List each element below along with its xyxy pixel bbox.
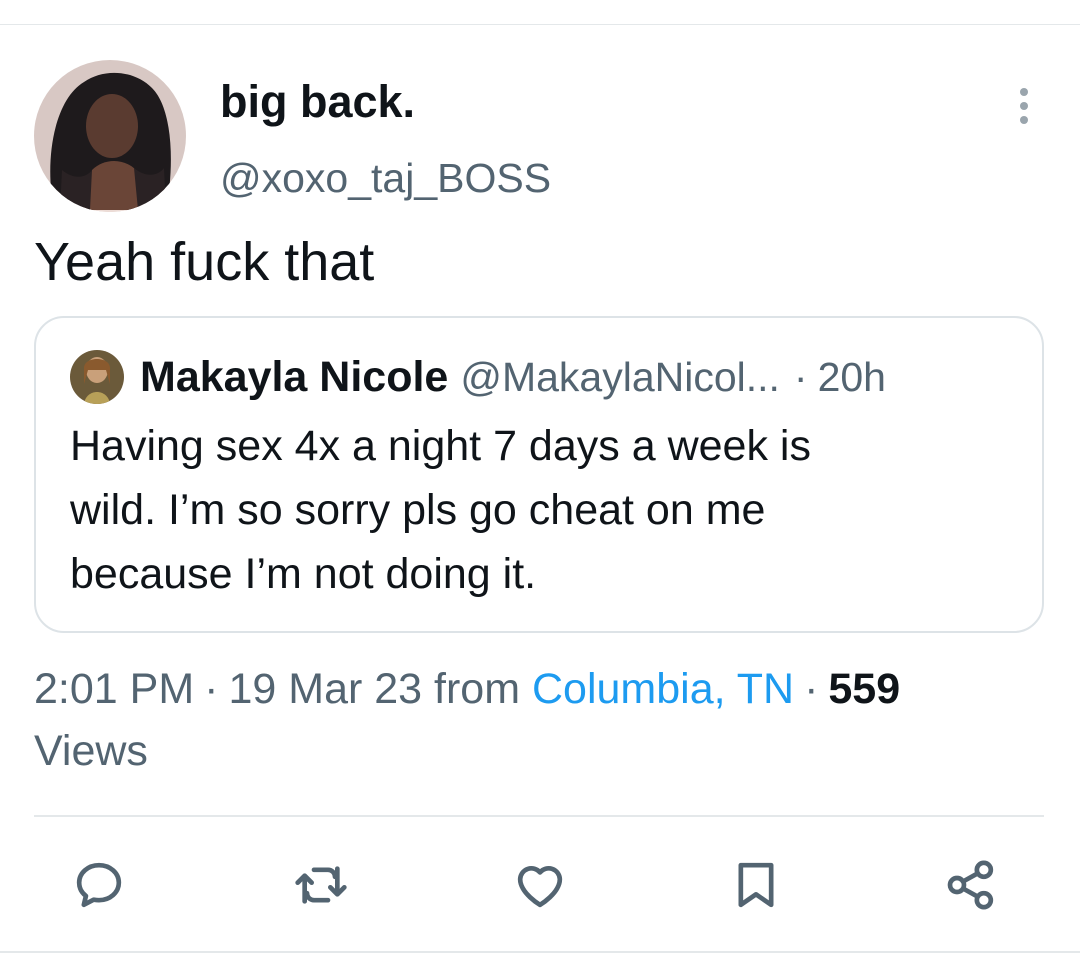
more-vertical-icon xyxy=(1020,88,1028,124)
quoted-tweet-header: Makayla Nicole @MakaylaNicol... · 20h xyxy=(70,348,886,406)
bottom-divider xyxy=(0,951,1080,953)
reply-button[interactable] xyxy=(66,852,132,918)
author-handle[interactable]: @xoxo_taj_BOSS xyxy=(220,152,551,204)
tweet-time[interactable]: 2:01 PM xyxy=(34,665,194,713)
bookmark-button[interactable] xyxy=(723,852,789,918)
quoted-tweet-card[interactable]: Makayla Nicole @MakaylaNicol... · 20h Ha… xyxy=(34,316,1044,633)
views-label: Views xyxy=(34,727,148,775)
reply-icon xyxy=(76,862,122,908)
meta-divider xyxy=(34,815,1044,817)
author-avatar-image xyxy=(34,60,186,212)
more-options-button[interactable] xyxy=(1004,84,1044,128)
author-display-name[interactable]: big back. xyxy=(220,74,415,130)
retweet-button[interactable] xyxy=(288,852,354,918)
share-icon xyxy=(947,860,994,910)
tweet-date[interactable]: 19 Mar 23 xyxy=(228,665,422,713)
quoted-author-avatar-image xyxy=(70,350,124,404)
like-button[interactable] xyxy=(507,852,573,918)
retweet-icon xyxy=(295,866,347,904)
from-label: from xyxy=(434,665,521,713)
meta-separator: · xyxy=(204,665,219,713)
tweet-text: Yeah fuck that xyxy=(34,232,375,292)
meta-separator: · xyxy=(804,665,819,713)
quoted-author-avatar xyxy=(70,350,124,404)
quoted-author-handle: @MakaylaNicol... xyxy=(460,353,780,400)
top-divider xyxy=(0,24,1080,25)
action-bar xyxy=(34,852,1044,918)
quoted-separator: · xyxy=(793,353,808,400)
location-link[interactable]: Columbia, TN xyxy=(532,665,794,713)
quoted-author-display-name: Makayla Nicole xyxy=(140,352,449,401)
tweet-metadata: 2:01 PM · 19 Mar 23 from Columbia, TN · 559 … xyxy=(34,658,1044,782)
quoted-timestamp: 20h xyxy=(817,353,886,400)
quoted-tweet-text: Having sex 4x a night 7 days a week is w… xyxy=(70,414,1030,606)
quoted-text-line: Having sex 4x a night 7 days a week is xyxy=(70,422,811,470)
share-button[interactable] xyxy=(938,852,1004,918)
heart-icon xyxy=(517,866,563,908)
author-avatar[interactable] xyxy=(34,60,186,212)
views-count: 559 xyxy=(828,665,901,713)
quoted-text-line: because I’m not doing it. xyxy=(70,550,537,598)
quoted-text-line: wild. I’m so sorry pls go cheat on me xyxy=(70,486,766,534)
bookmark-icon xyxy=(738,862,774,908)
